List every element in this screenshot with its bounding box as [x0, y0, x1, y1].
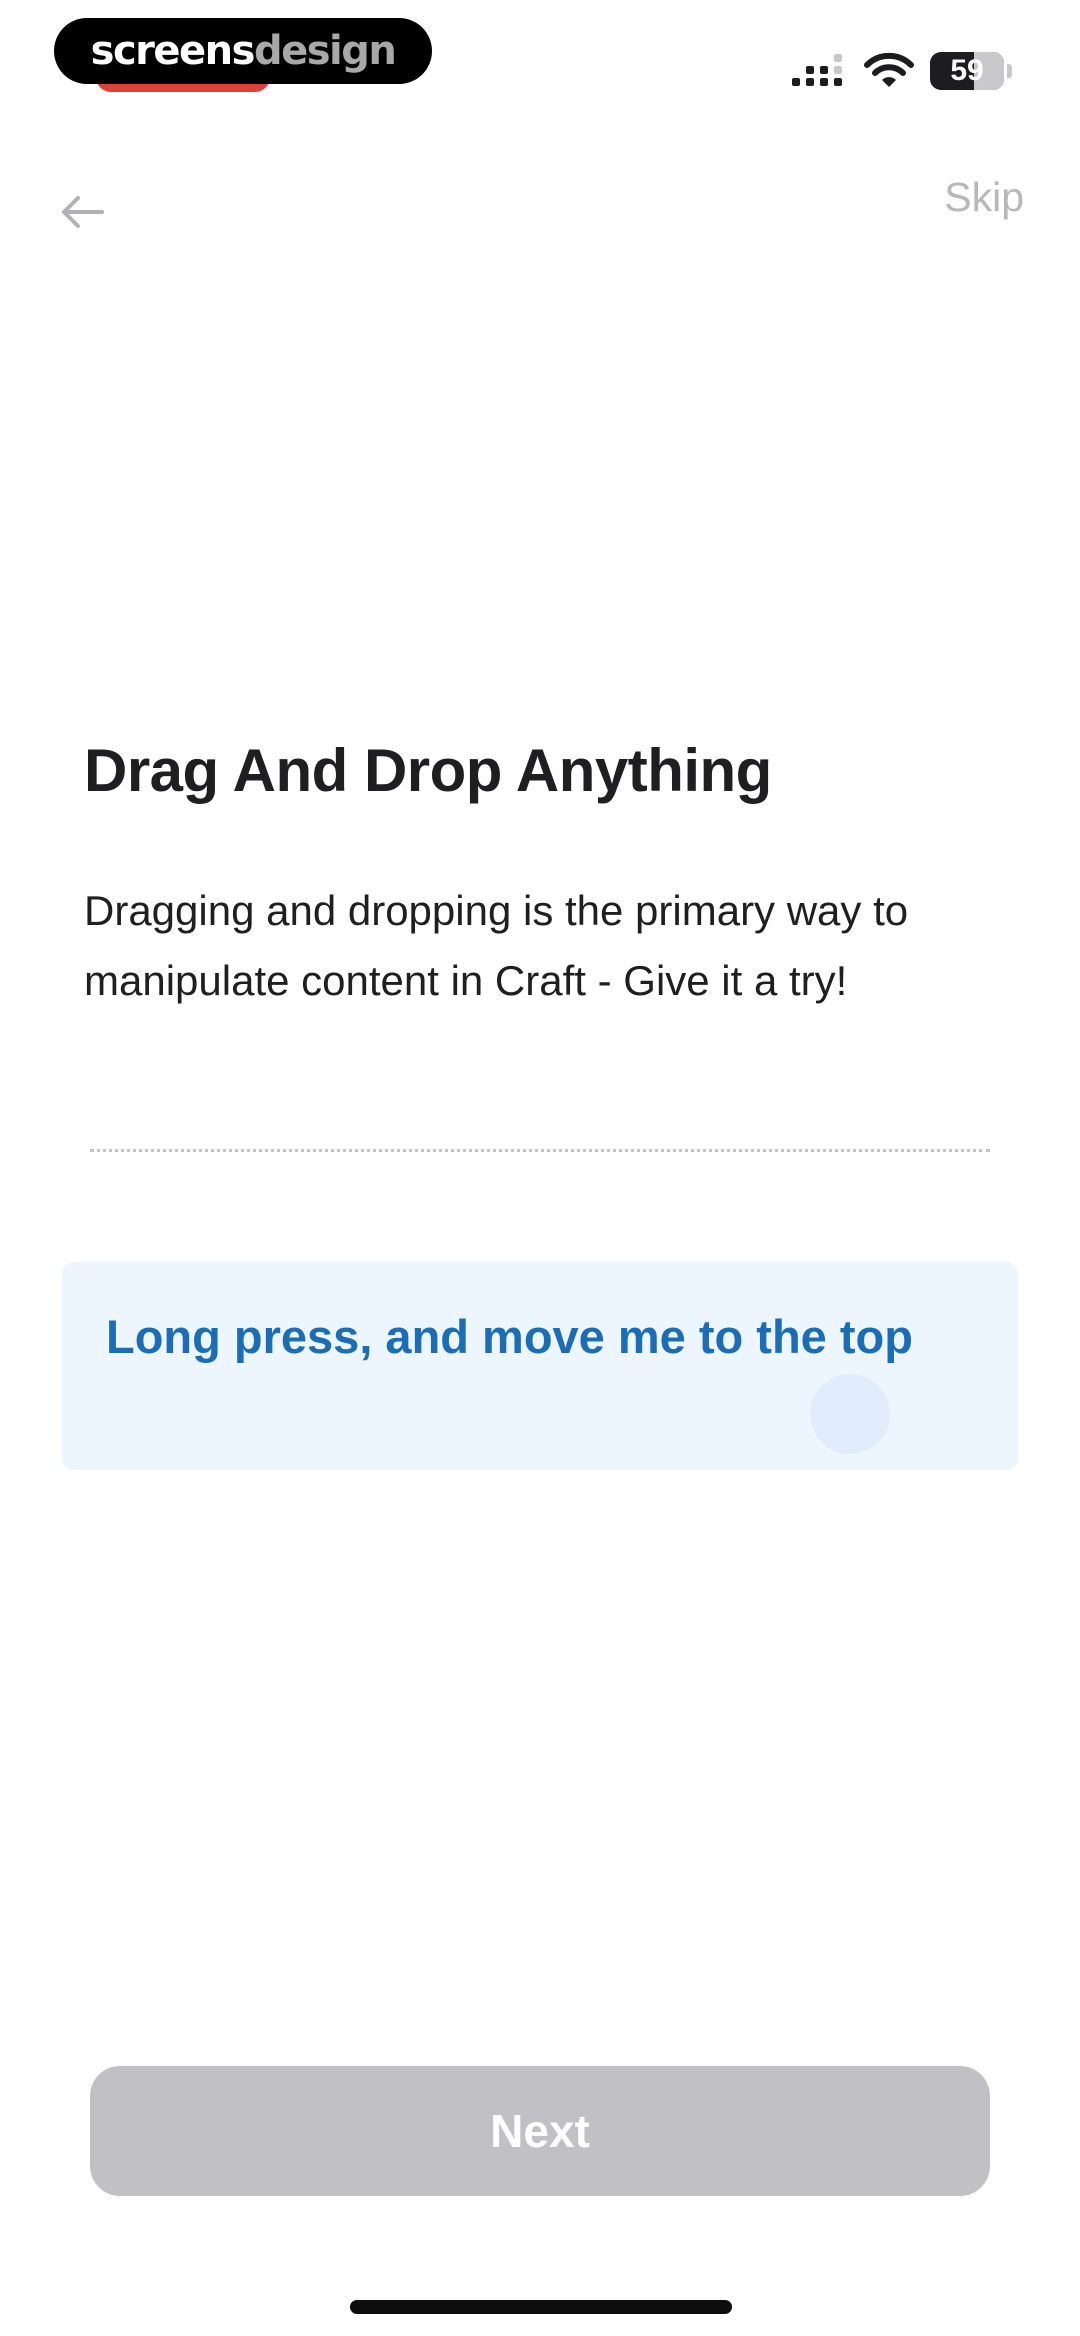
next-button[interactable]: Next — [90, 2066, 990, 2196]
skip-button[interactable]: Skip — [944, 174, 1024, 221]
battery-level: 59 — [950, 54, 984, 87]
wifi-icon — [864, 52, 914, 87]
screensdesign-watermark: screens design — [54, 18, 432, 84]
arrow-left-icon — [62, 196, 104, 228]
watermark-part-design: design — [253, 28, 397, 74]
battery-icon: 59 — [930, 52, 1004, 90]
touch-indicator — [810, 1374, 890, 1454]
cellular-signal-icon — [792, 54, 842, 86]
dotted-divider — [90, 1149, 990, 1152]
watermark-part-screens: screens — [90, 28, 256, 74]
draggable-text-block[interactable]: Long press, and move me to the top — [62, 1262, 1018, 1470]
battery-tip — [1007, 64, 1012, 78]
draggable-block-label: Long press, and move me to the top — [106, 1310, 913, 1363]
back-button[interactable] — [52, 182, 112, 242]
page-description: Dragging and dropping is the primary way… — [84, 887, 909, 1004]
page-title: Drag And Drop Anything — [84, 737, 772, 804]
home-indicator — [350, 2300, 732, 2314]
